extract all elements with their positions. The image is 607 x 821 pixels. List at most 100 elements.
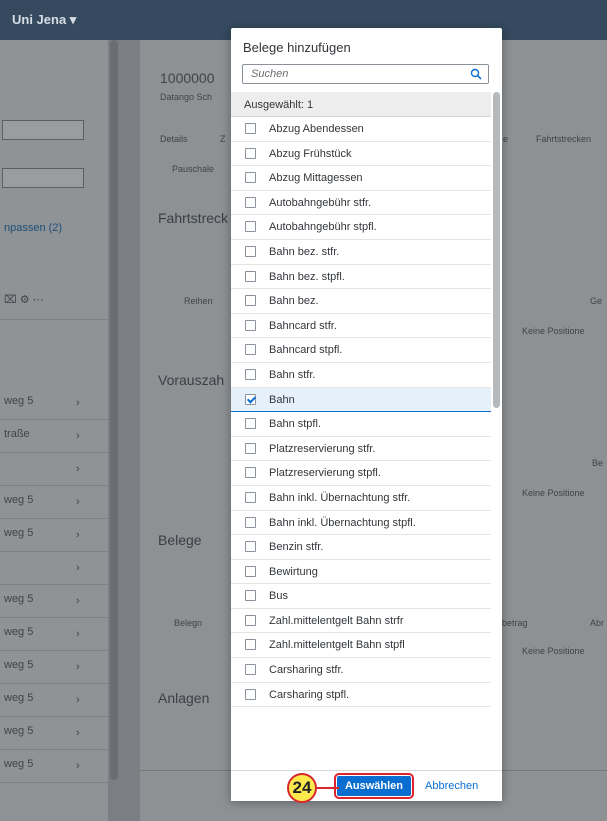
- master-row-text[interactable]: weg 5: [4, 659, 33, 671]
- master-row-text[interactable]: weg 5: [4, 494, 33, 506]
- list-item[interactable]: Zahl.mittelentgelt Bahn strfr: [231, 609, 491, 634]
- checkbox[interactable]: [245, 245, 256, 257]
- list-scrollbar-thumb[interactable]: [493, 92, 500, 408]
- list-item-label: Bewirtung: [269, 565, 318, 578]
- search-icon[interactable]: [470, 68, 482, 80]
- list-item[interactable]: Abzug Mittagessen: [231, 166, 491, 191]
- list-item[interactable]: Autobahngebühr stfr.: [231, 191, 491, 216]
- checkbox[interactable]: [245, 393, 256, 405]
- list-item-label: Bahn stfr.: [269, 368, 316, 381]
- list-item[interactable]: Carsharing stfr.: [231, 658, 491, 683]
- list-item-label: Autobahngebühr stpfl.: [269, 221, 377, 234]
- list-item[interactable]: Autobahngebühr stpfl.: [231, 215, 491, 240]
- no-items-3: Keine Positione: [522, 646, 585, 656]
- no-items-1: Keine Positione: [522, 326, 585, 336]
- tab-z[interactable]: Z: [220, 134, 226, 144]
- checkbox[interactable]: [245, 639, 256, 651]
- filter-input-1[interactable]: [2, 120, 84, 140]
- master-row-text[interactable]: weg 5: [4, 758, 33, 770]
- col-belegnr: Belegn: [174, 618, 203, 628]
- receipt-list: Ausgewählt: 1 Abzug Abendessen Abzug Früh…: [231, 92, 502, 770]
- col-abr: Abr: [590, 618, 605, 628]
- tab-details[interactable]: Details: [160, 134, 188, 144]
- list-item[interactable]: Bahn stfr.: [231, 363, 491, 388]
- checkbox[interactable]: [245, 491, 256, 503]
- list-item[interactable]: Bahn bez. stpfl.: [231, 265, 491, 290]
- master-row-text[interactable]: weg 5: [4, 626, 33, 638]
- checkbox[interactable]: [245, 368, 256, 380]
- list-item[interactable]: Zahl.mittelentgelt Bahn stpfl: [231, 633, 491, 659]
- no-items-2: Keine Positione: [522, 488, 585, 498]
- list-item-label: Bahn bez. stfr.: [269, 245, 340, 258]
- checkbox[interactable]: [245, 147, 256, 159]
- list-item-label: Benzin stfr.: [269, 541, 324, 554]
- checkbox[interactable]: [245, 516, 256, 528]
- checkbox[interactable]: [245, 319, 256, 331]
- master-row-text[interactable]: weg 5: [4, 527, 33, 539]
- list-item[interactable]: Platzreservierung stfr.: [231, 437, 491, 462]
- checkbox[interactable]: [245, 221, 256, 233]
- list-item-label: Abzug Abendessen: [269, 123, 364, 135]
- list-item[interactable]: Bahncard stfr.: [231, 314, 491, 339]
- checkbox[interactable]: [245, 688, 256, 700]
- list-item[interactable]: Bahn inkl. Übernachtung stfr.: [231, 486, 491, 511]
- row-divider: [0, 452, 108, 453]
- checkbox[interactable]: [245, 565, 256, 577]
- list-item[interactable]: Abzug Abendessen: [231, 117, 491, 142]
- master-row-text[interactable]: weg 5: [4, 725, 33, 737]
- left-scrollbar[interactable]: [110, 40, 118, 780]
- subtab-pauschale[interactable]: Pauschale: [172, 164, 214, 174]
- cancel-button[interactable]: Abbrechen: [419, 776, 483, 796]
- search-input[interactable]: [251, 67, 461, 81]
- list-item[interactable]: Bahn: [231, 387, 491, 413]
- chevron-right-icon: ›: [76, 595, 80, 607]
- detail-id: 1000000: [160, 70, 215, 86]
- checkbox[interactable]: [245, 442, 256, 454]
- list-scrollbar[interactable]: [493, 92, 500, 770]
- list-item[interactable]: Abzug Frühstück: [231, 142, 491, 167]
- checkbox[interactable]: [245, 664, 256, 676]
- master-row-text[interactable]: weg 5: [4, 692, 33, 704]
- checkbox[interactable]: [245, 541, 256, 553]
- checkbox[interactable]: [245, 196, 256, 208]
- checkbox[interactable]: [245, 270, 256, 282]
- list-item[interactable]: Bahn bez.: [231, 289, 491, 314]
- list-item[interactable]: Bahncard stpfl.: [231, 338, 491, 363]
- row-divider: [0, 551, 108, 552]
- master-list-pane: npassen (2) ⌧ ⚙ ⋯ weg 5 › traße › › weg 5 › weg…: [0, 40, 108, 821]
- tab-fahrtstrecken[interactable]: Fahrtstrecken: [536, 134, 591, 144]
- checkbox[interactable]: [245, 614, 256, 626]
- list-item-label: Bahn: [269, 393, 295, 406]
- list-item[interactable]: Bewirtung: [231, 560, 491, 585]
- tab-e[interactable]: e: [503, 134, 508, 144]
- master-row-text[interactable]: weg 5: [4, 593, 33, 605]
- list-item[interactable]: Carsharing stpfl.: [231, 683, 491, 708]
- list-item[interactable]: Bus: [231, 584, 491, 609]
- list-item[interactable]: Bahn inkl. Übernachtung stpfl.: [231, 511, 491, 536]
- search-field[interactable]: [242, 64, 489, 84]
- list-item[interactable]: Benzin stfr.: [231, 535, 491, 560]
- checkbox[interactable]: [245, 344, 256, 356]
- list-item[interactable]: Bahn stpfl.: [231, 412, 491, 437]
- checkbox[interactable]: [245, 172, 256, 184]
- select-button[interactable]: Auswählen: [334, 773, 414, 799]
- checkbox[interactable]: [245, 123, 256, 134]
- checkbox[interactable]: [245, 295, 256, 307]
- list-item-label: Autobahngebühr stfr.: [269, 196, 372, 209]
- master-row-text[interactable]: traße: [4, 428, 30, 440]
- dialog-title: Belege hinzufügen: [243, 40, 351, 55]
- app-title[interactable]: Uni Jena ▾: [12, 12, 76, 28]
- adapt-filter-link[interactable]: npassen (2): [4, 222, 62, 234]
- toolbar-icons[interactable]: ⌧ ⚙ ⋯: [4, 293, 44, 306]
- checkbox[interactable]: [245, 418, 256, 430]
- list-item-label: Bahncard stfr.: [269, 319, 337, 332]
- master-row-text[interactable]: weg 5: [4, 395, 33, 407]
- checkbox[interactable]: [245, 467, 256, 479]
- row-divider: [0, 485, 108, 486]
- row-divider: [0, 617, 108, 618]
- list-item[interactable]: Bahn bez. stfr.: [231, 240, 491, 265]
- filter-input-2[interactable]: [2, 168, 84, 188]
- list-item[interactable]: Platzreservierung stpfl.: [231, 461, 491, 486]
- selected-count: Ausgewählt: 1: [244, 99, 314, 111]
- checkbox[interactable]: [245, 590, 256, 602]
